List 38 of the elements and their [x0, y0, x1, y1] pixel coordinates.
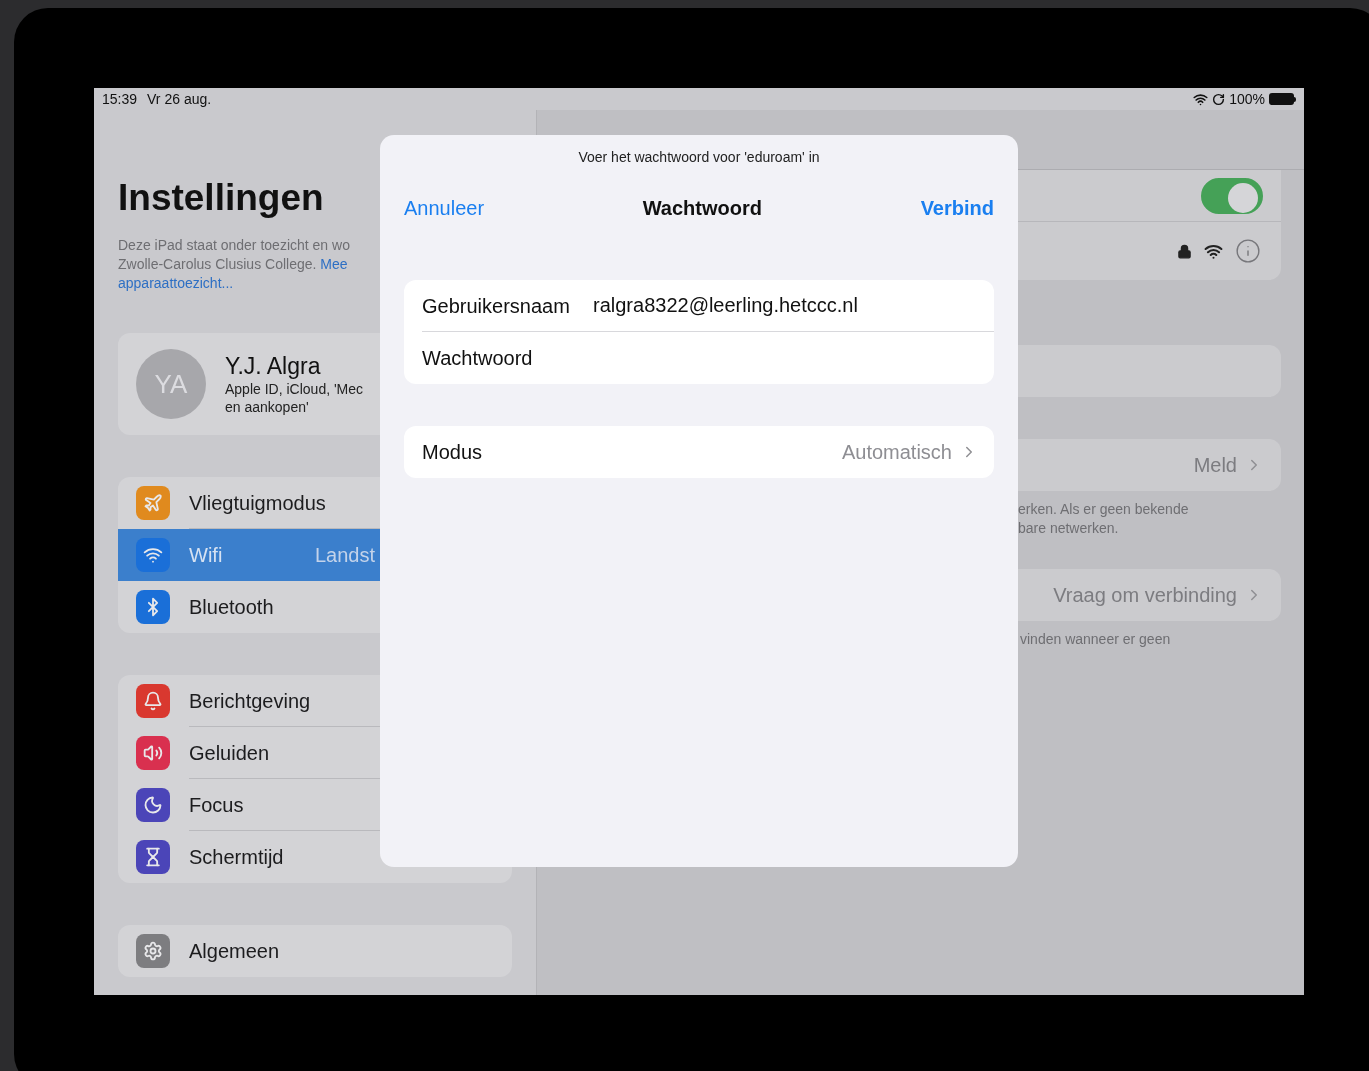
item-value: Landst — [315, 543, 376, 568]
status-date: Vr 26 aug. — [147, 89, 212, 109]
cancel-button[interactable]: Annuleer — [404, 193, 485, 223]
battery-percentage: 100% — [1229, 89, 1265, 109]
item-label: Vliegtuigmodus — [189, 490, 326, 515]
dialog-prompt: Voer het wachtwoord voor 'eduroam' in — [578, 148, 820, 167]
sidebar-item[interactable]: Bluetooth — [118, 581, 512, 633]
connect-button[interactable]: Verbind — [920, 193, 994, 223]
dialog-title: Wachtwoord — [642, 196, 762, 221]
sidebar-item[interactable]: Schermtijd — [118, 831, 512, 883]
status-time: 15:39 — [102, 89, 138, 109]
item-label: Algemeen — [189, 939, 281, 963]
row-value: Vraag om verbinding — [1053, 583, 1237, 608]
item-label: Geluiden — [189, 740, 271, 765]
row-value: Meld — [1193, 453, 1237, 478]
input-field[interactable]: ralgra8322@leerling.hetccc.nl — [593, 287, 982, 324]
page-title: Instellingen — [118, 176, 324, 220]
row-label: Modus — [422, 440, 483, 465]
lock-icon — [1177, 243, 1192, 259]
item-label: Focus — [189, 792, 245, 817]
row-value: Automatisch — [841, 440, 952, 465]
battery-icon — [1269, 93, 1296, 105]
profile-name: Y.J. Algra — [225, 352, 322, 380]
item-label: Bluetooth — [189, 595, 275, 619]
item-label: Berichtgeving — [189, 688, 312, 713]
field-label: Gebruikersnaam — [422, 293, 571, 319]
item-label: Wifi — [189, 543, 224, 567]
info-icon[interactable] — [1235, 238, 1261, 264]
footnote: erken. Als er geen bekende bare netwerken. — [1017, 500, 1190, 538]
rotation-lock-icon — [1212, 92, 1226, 106]
wifi-toggle[interactable] — [1201, 177, 1263, 214]
mode-row[interactable]: Modus Automatisch — [404, 426, 994, 478]
footnote: vinden wanneer er geen — [1019, 630, 1172, 649]
wifi-signal-icon — [1193, 91, 1209, 107]
sidebar-item[interactable]: Algemeen — [118, 925, 512, 977]
item-label: Schermtijd — [189, 845, 285, 869]
profile-subtitle: Apple ID, iCloud, 'Mec — [225, 380, 364, 398]
profile-subtitle: en aankopen' — [225, 398, 310, 416]
